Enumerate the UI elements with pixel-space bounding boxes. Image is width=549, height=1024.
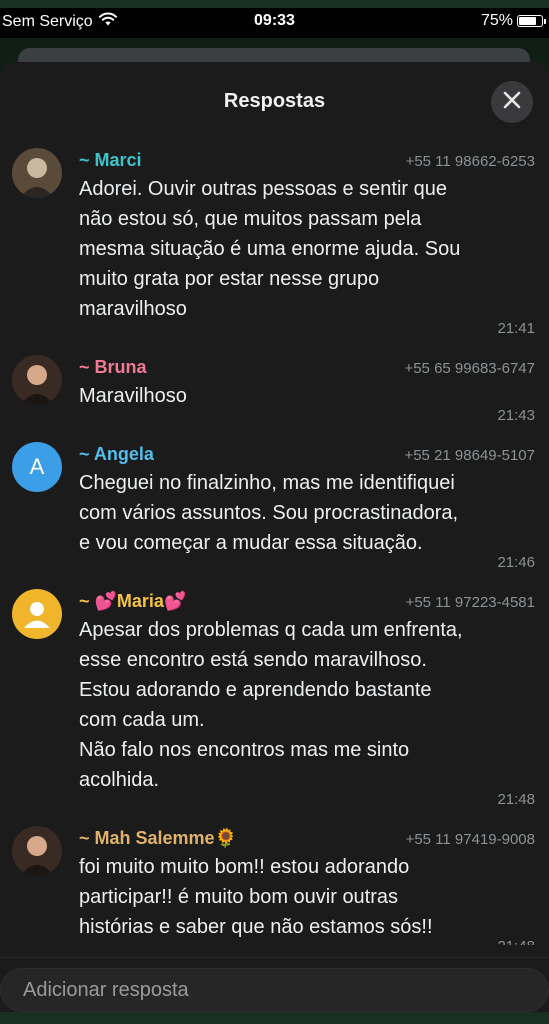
message-header: ~ Marci +55 11 98662-6253 [79,150,535,172]
top-edge-strip [0,0,549,8]
avatar[interactable] [12,826,62,876]
message-header: ~ Angela +55 21 98649-5107 [79,444,535,466]
message-item[interactable]: ~ Marci +55 11 98662-6253 Adorei. Ouvir ou… [0,140,549,347]
sender-name[interactable]: ~ 💕Maria💕 [79,591,186,612]
battery-icon [517,15,546,27]
message-item[interactable]: A ~ Angela +55 21 98649-5107 Cheguei no fin… [0,434,549,581]
wifi-icon [98,12,117,31]
avatar[interactable]: A [12,442,62,492]
message-item[interactable]: ~ Bruna +55 65 99683-6747 Maravilhoso 21:43 [0,347,549,434]
message-text: Adorei. Ouvir outras pessoas e sentir qu… [79,178,461,320]
message-list[interactable]: ~ Marci +55 11 98662-6253 Adorei. Ouvir ou… [0,140,549,945]
sender-name[interactable]: ~ Mah Salemme🌻 [79,828,237,849]
avatar[interactable] [12,589,62,639]
message-header: ~ Mah Salemme🌻 +55 11 97419-9008 [79,828,535,850]
status-bar: Sem Serviço 09:33 75% [0,8,549,38]
sender-phone: +55 65 99683-6747 [404,360,535,377]
sheet-title: Respostas [223,90,326,112]
message-text: Cheguei no finalzinho, mas me identifiqu… [79,472,459,554]
sender-name[interactable]: ~ Angela [79,444,154,465]
message-text: Apesar dos problemas q cada um enfrenta,… [79,619,463,791]
sender-phone: +55 21 98649-5107 [404,447,535,464]
message-text: foi muito muito bom!! estou adorando par… [79,856,433,938]
status-left: Sem Serviço [2,12,117,31]
message-header: ~ Bruna +55 65 99683-6747 [79,357,535,379]
sender-phone: +55 11 98662-6253 [405,153,535,170]
battery-level [519,17,536,25]
close-button[interactable] [491,81,533,123]
bottom-edge-strip [0,1012,549,1024]
sender-name[interactable]: ~ Bruna [79,357,147,378]
reply-input[interactable] [0,968,549,1012]
sender-phone: +55 11 97419-9008 [405,831,535,848]
sheet-header: Respostas [0,62,549,140]
avatar-initial: A [29,454,45,479]
sender-phone: +55 11 97223-4581 [405,594,535,611]
close-icon [503,91,521,114]
message-item[interactable]: ~ Mah Salemme🌻 +55 11 97419-9008 foi muito… [0,818,549,945]
avatar[interactable] [12,355,62,405]
status-right: 75% [480,12,546,30]
message-item[interactable]: ~ 💕Maria💕 +55 11 97223-4581 Apesar dos pro… [0,581,549,818]
battery-percent: 75% [480,12,513,29]
carrier-label: Sem Serviço [2,12,93,30]
sender-name[interactable]: ~ Marci [79,150,142,171]
replies-sheet: Respostas ~ Marci +55 11 98662-6253 Adorei… [0,62,549,1012]
message-header: ~ 💕Maria💕 +55 11 97223-4581 [79,591,535,613]
avatar[interactable] [12,148,62,198]
